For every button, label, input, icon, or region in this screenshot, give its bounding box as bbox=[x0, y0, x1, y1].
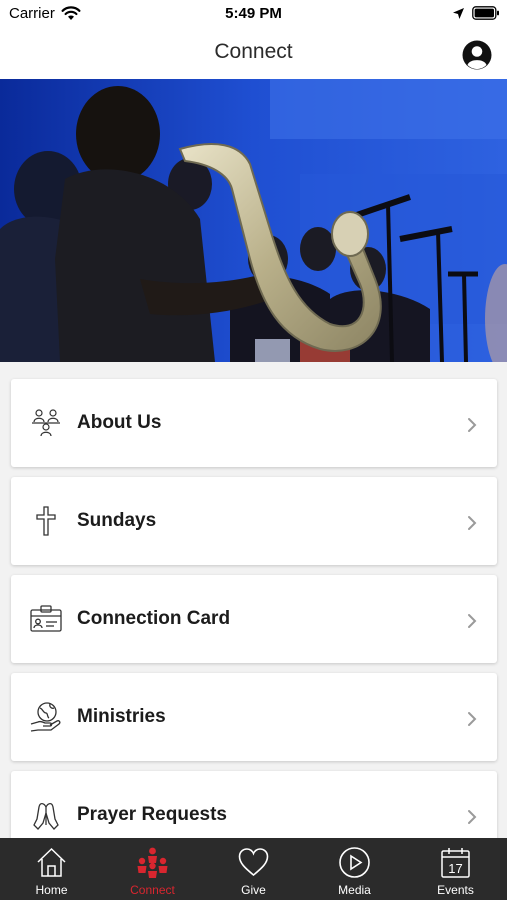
tab-media[interactable]: Media bbox=[304, 838, 405, 900]
chevron-right-icon bbox=[468, 712, 477, 726]
people-icon bbox=[32, 409, 60, 437]
calendar-day-number: 17 bbox=[448, 861, 462, 876]
menu-item-label: Connection Card bbox=[77, 608, 231, 629]
menu-item-sundays[interactable]: Sundays bbox=[11, 477, 497, 565]
tab-label: Connect bbox=[130, 883, 175, 897]
heart-icon bbox=[238, 848, 269, 877]
globe-hand-icon bbox=[30, 702, 61, 732]
menu-item-ministries[interactable]: Ministries bbox=[11, 673, 497, 761]
id-card-icon bbox=[30, 605, 62, 632]
menu-item-label: Ministries bbox=[77, 706, 166, 727]
tab-home[interactable]: Home bbox=[1, 838, 102, 900]
tab-bar: Home Connect Give Media 17 Events bbox=[0, 838, 507, 900]
menu-item-about-us[interactable]: About Us bbox=[11, 379, 497, 467]
menu-item-label: Prayer Requests bbox=[77, 804, 227, 825]
chevron-right-icon bbox=[468, 516, 477, 530]
tab-connect[interactable]: Connect bbox=[102, 838, 203, 900]
profile-button[interactable] bbox=[461, 39, 493, 71]
page-title: Connect bbox=[214, 40, 293, 63]
status-bar: Carrier 5:49 PM bbox=[0, 0, 507, 28]
user-icon bbox=[462, 40, 492, 70]
chevron-right-icon bbox=[468, 614, 477, 628]
praying-hands-icon bbox=[33, 802, 59, 830]
tab-label: Home bbox=[35, 883, 68, 897]
location-arrow-icon bbox=[453, 8, 464, 19]
navigation-bar: Connect bbox=[0, 28, 507, 79]
hero-image bbox=[0, 79, 507, 362]
chevron-right-icon bbox=[468, 418, 477, 432]
tab-label: Give bbox=[241, 883, 266, 897]
play-icon bbox=[339, 847, 370, 878]
group-icon bbox=[137, 847, 168, 878]
tab-give[interactable]: Give bbox=[203, 838, 304, 900]
menu-item-connection-card[interactable]: Connection Card bbox=[11, 575, 497, 663]
tab-label: Events bbox=[437, 883, 474, 897]
menu-item-prayer-requests[interactable]: Prayer Requests bbox=[11, 771, 497, 838]
connect-menu-list[interactable]: About Us Sundays Connection Card Ministr… bbox=[0, 362, 507, 838]
home-icon bbox=[37, 847, 66, 877]
clock: 5:49 PM bbox=[225, 5, 282, 22]
tab-label: Media bbox=[338, 883, 371, 897]
battery-icon bbox=[472, 6, 499, 20]
menu-item-label: About Us bbox=[77, 412, 162, 433]
chevron-right-icon bbox=[468, 810, 477, 824]
calendar-icon: 17 bbox=[441, 848, 470, 878]
cross-icon bbox=[36, 506, 56, 536]
tab-events[interactable]: 17 Events bbox=[405, 838, 506, 900]
menu-item-label: Sundays bbox=[77, 510, 157, 531]
choir-saxophone-photo bbox=[0, 79, 507, 362]
